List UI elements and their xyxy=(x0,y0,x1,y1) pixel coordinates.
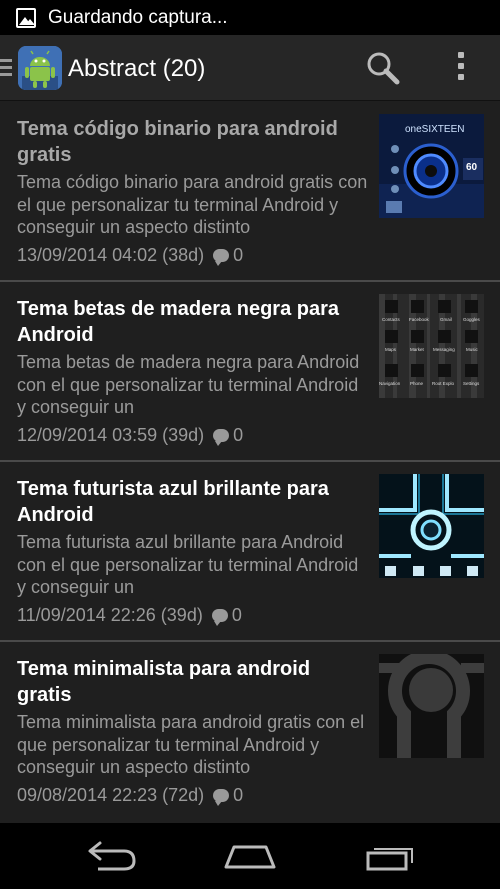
item-date: 09/08/2014 22:23 (72d) xyxy=(17,785,205,805)
item-meta: 11/09/2014 22:26 (39d) 0 xyxy=(17,605,242,626)
drawer-icon[interactable] xyxy=(0,59,12,77)
comment-icon xyxy=(211,609,228,626)
item-summary: Tema código binario para android gratis … xyxy=(17,172,368,237)
status-text: Guardando captura... xyxy=(48,6,228,28)
item-thumbnail[interactable] xyxy=(379,654,484,758)
thumb-app-label: Navigation xyxy=(379,381,401,386)
list-item[interactable]: Tema futurista azul brillante para Andro… xyxy=(0,462,500,642)
item-comment-count: 0 xyxy=(233,425,244,445)
home-icon[interactable] xyxy=(222,839,278,873)
thumb-app-label: Settings xyxy=(463,381,480,386)
navigation-bar xyxy=(0,823,500,889)
item-date: 12/09/2014 03:59 (39d) xyxy=(17,425,205,445)
status-bar: Guardando captura... xyxy=(0,0,500,35)
thumb-app-label: Messaging xyxy=(433,347,455,352)
list-item[interactable]: Tema código binario para android gratis … xyxy=(0,102,500,282)
comment-icon xyxy=(213,249,230,266)
thumb-app-label: Facebook xyxy=(409,317,430,322)
item-thumbnail[interactable] xyxy=(379,474,484,578)
thumb-app-label: Phone xyxy=(410,381,424,386)
search-icon[interactable] xyxy=(364,50,404,88)
item-comment-count: 0 xyxy=(233,245,244,265)
item-summary: Tema futurista azul brillante para Andro… xyxy=(17,532,359,597)
thumb-app-label: Market xyxy=(410,347,425,352)
item-summary: Tema minimalista para android gratis con… xyxy=(17,712,365,777)
article-list: Tema código binario para android gratis … xyxy=(0,102,500,822)
item-thumbnail[interactable]: Contacts Facebook Gmail Goggles Maps Mar… xyxy=(379,294,484,398)
recent-apps-icon[interactable] xyxy=(364,839,420,873)
image-icon xyxy=(16,7,36,28)
list-item[interactable]: Tema betas de madera negra para Android … xyxy=(0,282,500,462)
item-title: Tema betas de madera negra para Android xyxy=(17,298,339,346)
comment-icon xyxy=(213,789,230,806)
comment-icon xyxy=(213,429,230,446)
item-title: Tema futurista azul brillante para Andro… xyxy=(17,478,329,526)
back-icon[interactable] xyxy=(84,839,140,873)
thumb-app-label: Music xyxy=(466,347,479,352)
thumb-number-text: 60 xyxy=(466,162,478,173)
list-item[interactable]: Tema minimalista para android gratis Tem… xyxy=(0,642,500,822)
item-meta: 12/09/2014 03:59 (39d) 0 xyxy=(17,425,243,446)
overflow-menu-icon[interactable] xyxy=(446,52,476,84)
thumb-app-label: Maps xyxy=(385,347,397,352)
item-date: 11/09/2014 22:26 (39d) xyxy=(17,605,203,625)
item-date: 13/09/2014 04:02 (38d) xyxy=(17,245,205,265)
item-summary: Tema betas de madera negra para Android … xyxy=(17,352,360,417)
thumb-app-label: Root Explo xyxy=(432,381,455,386)
action-bar: Abstract (20) xyxy=(0,35,500,101)
item-meta: 09/08/2014 22:23 (72d) 0 xyxy=(17,785,243,806)
item-title: Tema código binario para android gratis xyxy=(17,118,338,166)
item-meta: 13/09/2014 04:02 (38d) 0 xyxy=(17,245,243,266)
thumb-app-label: Goggles xyxy=(463,317,481,322)
item-title: Tema minimalista para android gratis xyxy=(17,658,311,706)
thumb-brand-text: oneSIXTEEN xyxy=(405,124,464,135)
item-comment-count: 0 xyxy=(233,785,244,805)
thumb-app-label: Contacts xyxy=(382,317,401,322)
app-icon[interactable] xyxy=(18,46,62,90)
item-thumbnail[interactable]: oneSIXTEEN 60 xyxy=(379,114,484,218)
item-comment-count: 0 xyxy=(231,605,242,625)
page-title: Abstract (20) xyxy=(68,55,206,82)
thumb-app-label: Gmail xyxy=(440,317,452,322)
